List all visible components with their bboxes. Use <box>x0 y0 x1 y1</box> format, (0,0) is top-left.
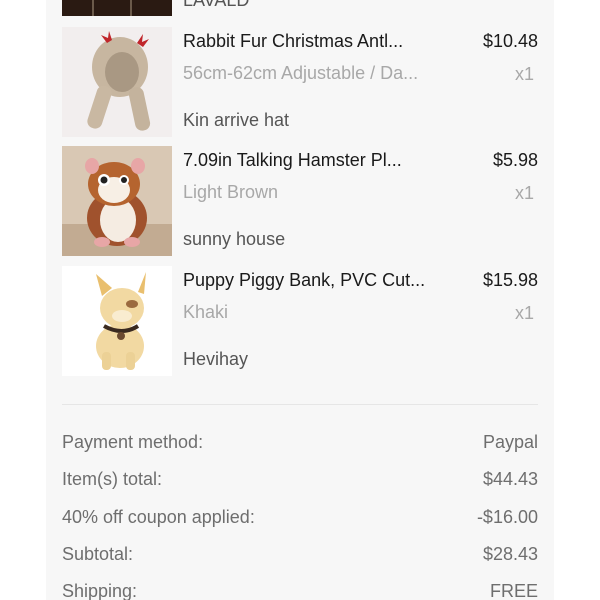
talking-hamster-image[interactable] <box>62 146 172 256</box>
rabbit-fur-hat-image[interactable] <box>62 27 172 137</box>
payment-method-row: Payment method: Paypal <box>62 432 538 456</box>
item-price: $15.98 <box>482 270 538 290</box>
summary-value: $28.43 <box>482 544 538 564</box>
item-store[interactable]: Hevihay <box>183 349 248 370</box>
summary-value: FREE <box>489 581 538 600</box>
item-title[interactable]: 7.09in Talking Hamster Pl... <box>183 150 433 171</box>
subtotal-row: Subtotal: $28.43 <box>62 544 538 568</box>
previous-item-image[interactable] <box>62 0 172 16</box>
item-quantity: x1 <box>514 64 534 84</box>
summary-label: Payment method: <box>62 432 204 452</box>
item-variant: Light Brown <box>183 182 279 202</box>
section-divider <box>62 404 538 405</box>
order-card: LAVALD Rabbit Fur Christmas Antl... $10.… <box>46 0 554 600</box>
order-item[interactable]: Rabbit Fur Christmas Antl... $10.48 56cm… <box>62 27 538 139</box>
item-title[interactable]: Rabbit Fur Christmas Antl... <box>183 31 433 52</box>
summary-label: Subtotal: <box>62 544 134 564</box>
items-total-row: Item(s) total: $44.43 <box>62 469 538 493</box>
summary-value: -$16.00 <box>476 507 538 527</box>
order-item[interactable]: Puppy Piggy Bank, PVC Cut... $15.98 Khak… <box>62 266 538 378</box>
puppy-piggy-bank-image[interactable] <box>62 266 172 376</box>
item-quantity: x1 <box>514 303 534 323</box>
previous-item-store: LAVALD <box>183 0 250 10</box>
item-price: $5.98 <box>492 150 538 170</box>
item-price: $10.48 <box>482 31 538 51</box>
item-variant: 56cm-62cm Adjustable / Da... <box>183 63 419 83</box>
item-store[interactable]: Kin arrive hat <box>183 110 289 131</box>
shipping-row: Shipping: FREE <box>62 581 538 600</box>
summary-label: 40% off coupon applied: <box>62 507 255 527</box>
coupon-row: 40% off coupon applied: -$16.00 <box>62 507 538 531</box>
summary-value: Paypal <box>482 432 538 452</box>
item-title[interactable]: Puppy Piggy Bank, PVC Cut... <box>183 270 433 291</box>
item-quantity: x1 <box>514 183 534 203</box>
item-store[interactable]: sunny house <box>183 229 285 250</box>
summary-label: Item(s) total: <box>62 469 163 489</box>
summary-label: Shipping: <box>62 581 138 600</box>
order-item[interactable]: 7.09in Talking Hamster Pl... $5.98 Light… <box>62 146 538 258</box>
summary-value: $44.43 <box>482 469 538 489</box>
item-variant: Khaki <box>183 302 229 322</box>
